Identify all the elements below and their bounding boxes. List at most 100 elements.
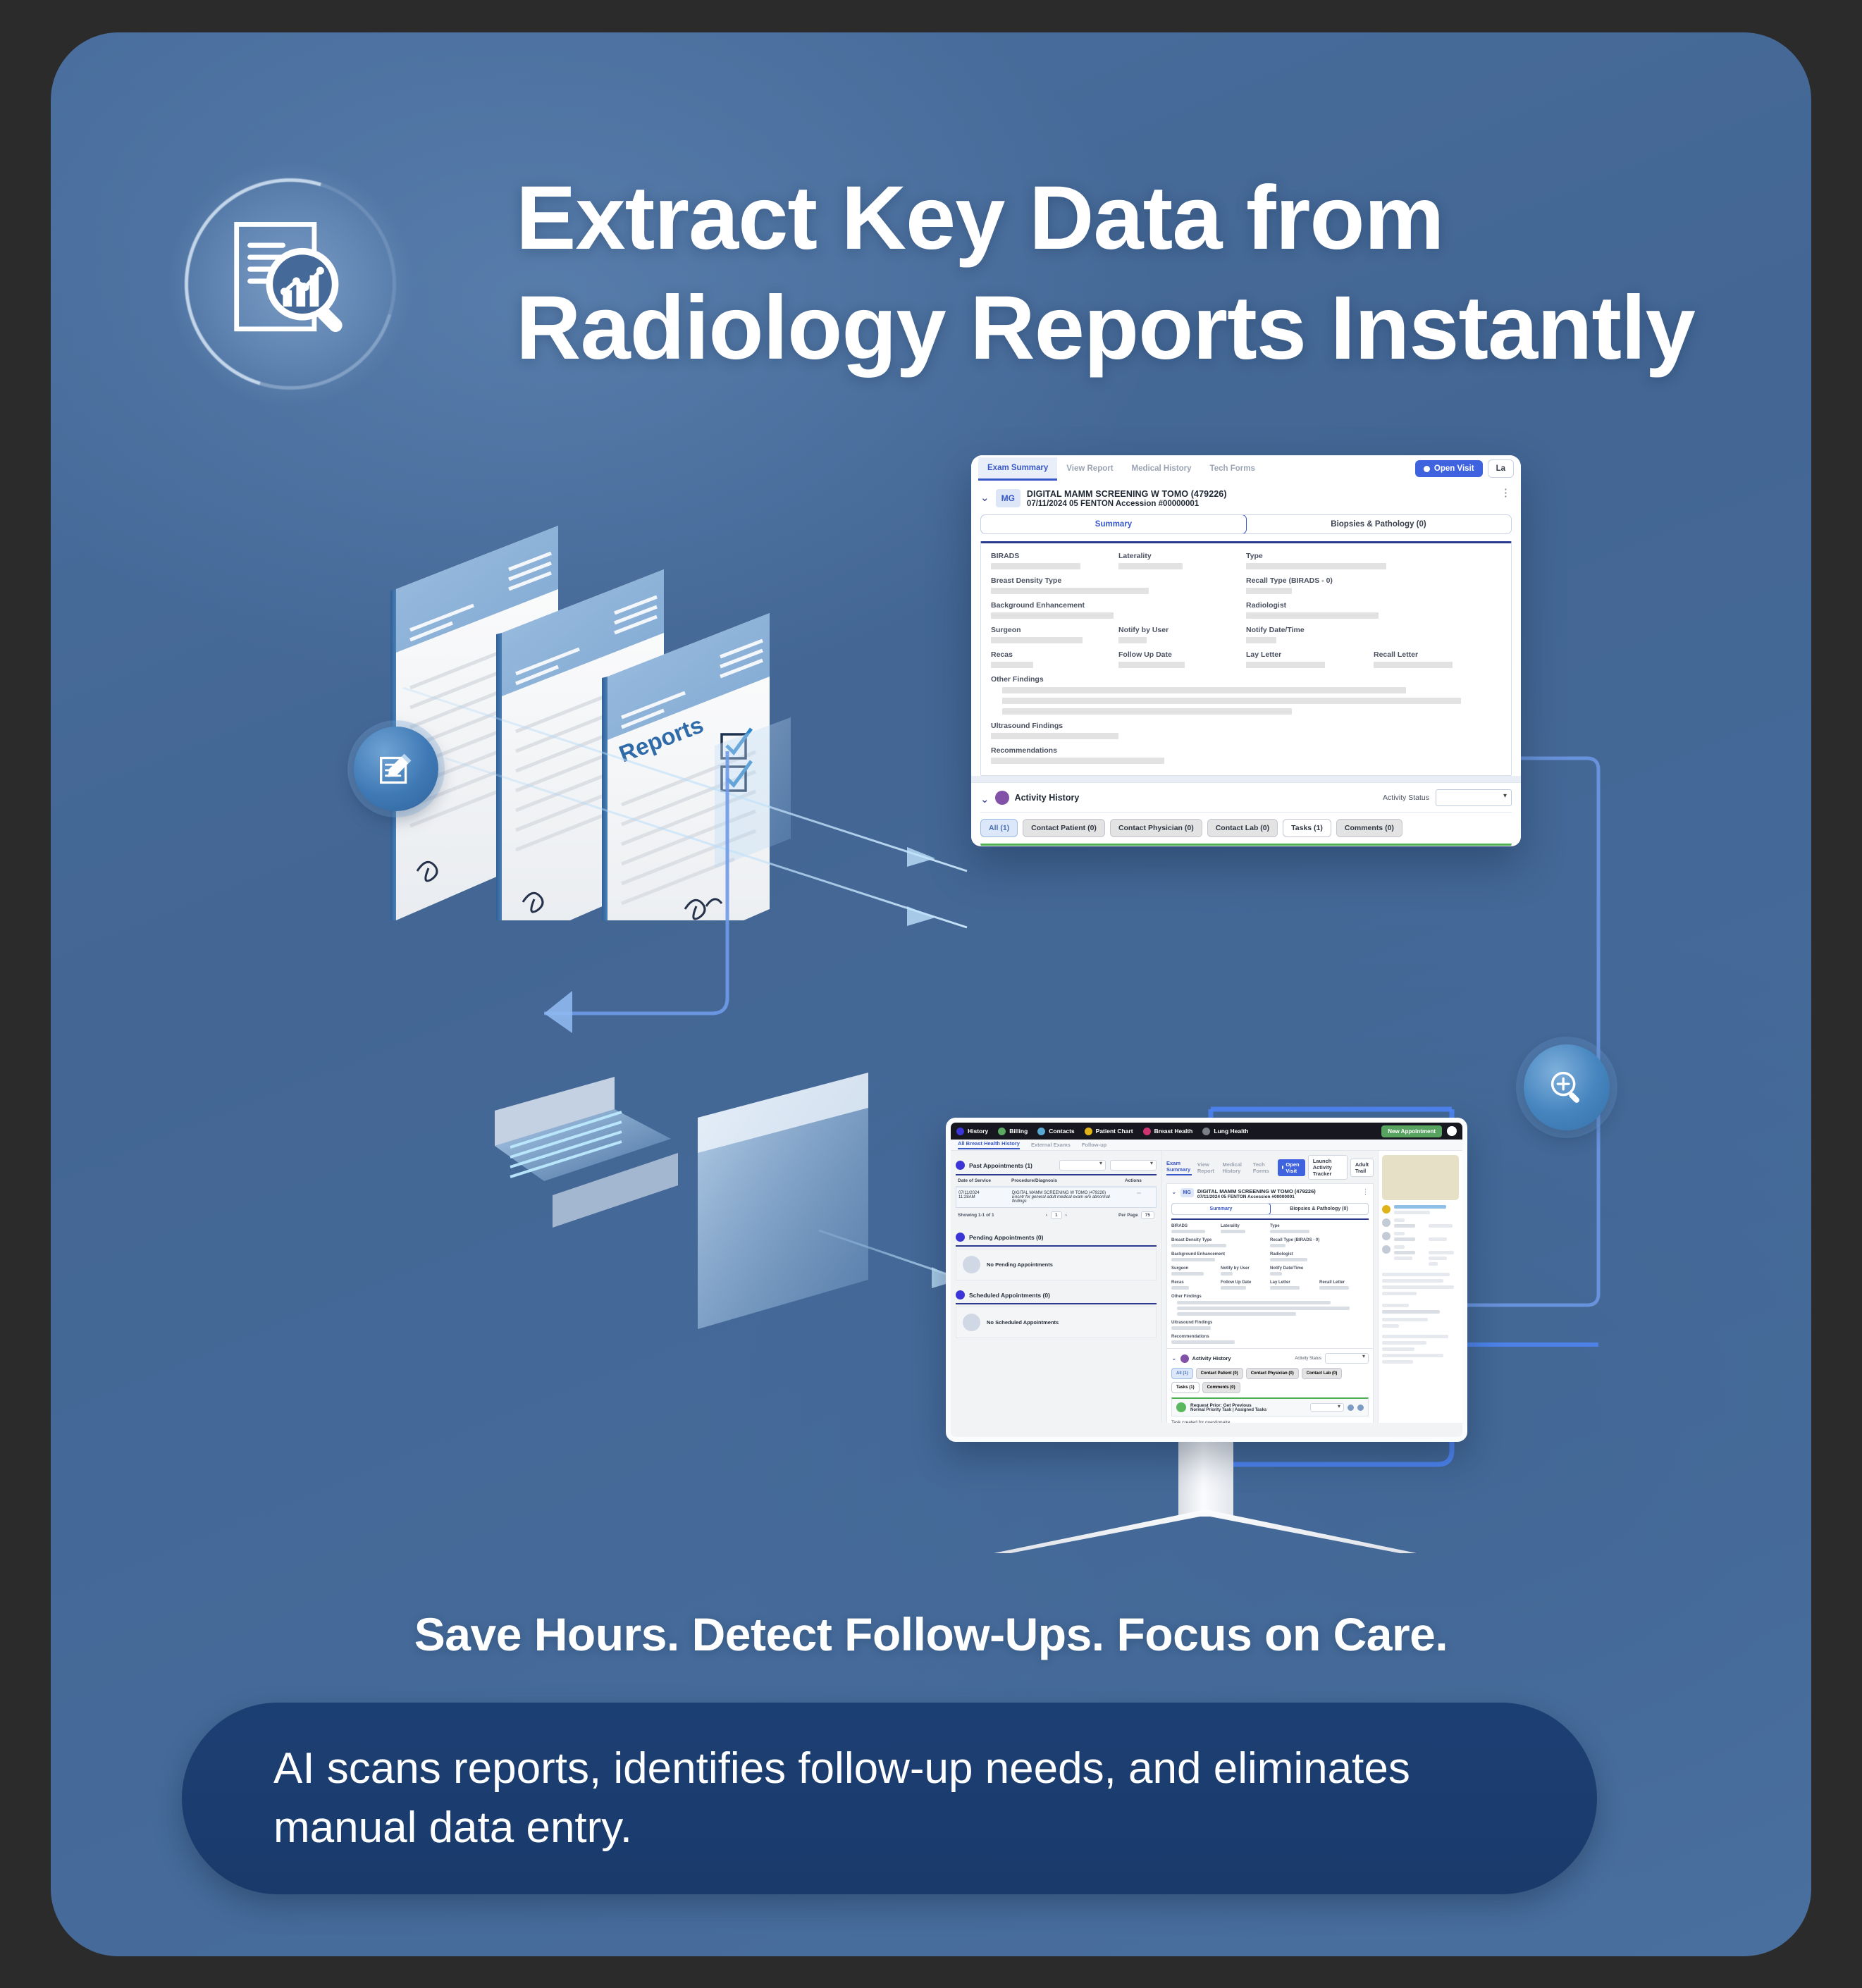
segment-summary[interactable]: Summary bbox=[981, 515, 1247, 533]
col-date-of-service[interactable]: Date of Service bbox=[958, 1178, 1011, 1183]
field-value-placeholder bbox=[1246, 637, 1277, 643]
task-meta: Normal Priority Task | Assigned Tasks bbox=[1190, 1407, 1267, 1412]
chevron-down-icon[interactable]: ⌄ bbox=[1171, 1188, 1177, 1196]
location-filter-select[interactable] bbox=[1059, 1160, 1106, 1171]
nav-lung-health[interactable]: Lung Health bbox=[1202, 1127, 1248, 1135]
field-label: Type bbox=[1246, 552, 1263, 560]
task-action-icon[interactable] bbox=[1348, 1404, 1354, 1411]
table-row[interactable]: 07/11/2024 11:28AM DIGITAL MAMM SCREENIN… bbox=[956, 1187, 1157, 1208]
field-label: Recas bbox=[1171, 1280, 1184, 1285]
segment-biopsies-pathology[interactable]: Biopsies & Pathology (0) bbox=[1246, 515, 1511, 533]
mini-tab-view-report[interactable]: View Report bbox=[1197, 1161, 1217, 1174]
chip-contact-physician[interactable]: Contact Physician (0) bbox=[1245, 1368, 1299, 1379]
field-value-placeholder bbox=[1171, 1286, 1190, 1290]
chevron-down-icon[interactable]: ⌄ bbox=[980, 493, 989, 503]
chip-contact-physician[interactable]: Contact Physician (0) bbox=[1109, 819, 1202, 837]
tab-medical-history[interactable]: Medical History bbox=[1123, 458, 1201, 479]
mini-open-visit-button[interactable]: Open Visit bbox=[1277, 1159, 1305, 1176]
desktop-monitor: History Billing Contacts Patient Chart B… bbox=[946, 1118, 1467, 1553]
per-page-select[interactable]: 75 bbox=[1140, 1211, 1154, 1219]
mini-tab-tech-forms[interactable]: Tech Forms bbox=[1253, 1161, 1272, 1174]
field-label: Ultrasound Findings bbox=[991, 722, 1063, 730]
tab-exam-summary[interactable]: Exam Summary bbox=[978, 457, 1058, 481]
field-label: Lay Letter bbox=[1270, 1280, 1290, 1285]
launch-activity-tracker-button[interactable]: La bbox=[1487, 459, 1514, 478]
modality-badge: MG bbox=[995, 489, 1021, 507]
activity-status-select[interactable] bbox=[1325, 1353, 1369, 1364]
task-action-icon[interactable] bbox=[1357, 1404, 1364, 1411]
mini-tab-medical-history[interactable]: Medical History bbox=[1222, 1161, 1247, 1174]
chip-contact-patient[interactable]: Contact Patient (0) bbox=[1195, 1368, 1243, 1379]
monitor-neck bbox=[1178, 1440, 1233, 1517]
chip-contact-lab[interactable]: Contact Lab (0) bbox=[1207, 819, 1278, 837]
nav-breast-health[interactable]: Breast Health bbox=[1142, 1127, 1192, 1135]
chip-tasks[interactable]: Tasks (1) bbox=[1283, 819, 1331, 837]
subtab-all-breast-health-history[interactable]: All Breast Health History bbox=[958, 1140, 1020, 1149]
field-value-placeholder bbox=[991, 637, 1083, 643]
avatar[interactable] bbox=[1447, 1126, 1457, 1136]
field-lay-letter: Lay Letter bbox=[1270, 1280, 1319, 1290]
chip-contact-patient[interactable]: Contact Patient (0) bbox=[1023, 819, 1105, 837]
open-visit-button[interactable]: Open Visit bbox=[1414, 460, 1483, 477]
prev-page-icon[interactable]: ‹ bbox=[1046, 1213, 1047, 1218]
chevron-down-icon[interactable]: ⌄ bbox=[980, 794, 989, 805]
activity-task-row[interactable]: Request Prior: Get Previous Normal Prior… bbox=[980, 844, 1512, 846]
field-background-enhancement: Background Enhancement bbox=[1171, 1252, 1270, 1261]
nav-patient-chart[interactable]: Patient Chart bbox=[1084, 1127, 1133, 1135]
monitor-activity-history: ⌄ Activity History Activity Status All (… bbox=[1166, 1349, 1374, 1423]
status-dot-icon bbox=[1281, 1166, 1284, 1169]
field-label: Notify Date/Time bbox=[1246, 626, 1305, 634]
fields-row-5: Recas Follow Up Date Lay Letter Recall L… bbox=[991, 650, 1501, 668]
chip-tasks[interactable]: Tasks (1) bbox=[1171, 1382, 1200, 1393]
col-procedure-diagnosis[interactable]: Procedure/Diagnosis bbox=[1011, 1178, 1125, 1183]
chip-comments[interactable]: Comments (0) bbox=[1336, 819, 1402, 837]
nav-billing[interactable]: Billing bbox=[998, 1127, 1028, 1135]
launch-activity-tracker-button[interactable]: Launch Activity Tracker bbox=[1307, 1155, 1348, 1180]
modality-filter-select[interactable] bbox=[1110, 1160, 1157, 1171]
field-label: Notify by User bbox=[1221, 1266, 1250, 1271]
subtab-external-exams[interactable]: External Exams bbox=[1031, 1142, 1071, 1148]
chip-all[interactable]: All (1) bbox=[1171, 1368, 1193, 1379]
activity-status-select[interactable] bbox=[1436, 789, 1512, 806]
pending-empty-text: No Pending Appointments bbox=[987, 1261, 1053, 1268]
nav-label: Billing bbox=[1009, 1128, 1028, 1135]
segment-summary[interactable]: Summary bbox=[1172, 1204, 1271, 1214]
tab-tech-forms[interactable]: Tech Forms bbox=[1201, 458, 1264, 479]
edit-report-badge bbox=[354, 727, 438, 811]
row-action-button[interactable]: ⋯ bbox=[1124, 1191, 1154, 1204]
activity-marker-icon bbox=[1180, 1354, 1189, 1363]
chip-contact-lab[interactable]: Contact Lab (0) bbox=[1301, 1368, 1343, 1379]
chip-all[interactable]: All (1) bbox=[980, 819, 1018, 837]
field-other-findings: Other Findings bbox=[1171, 1295, 1369, 1316]
more-options-icon[interactable]: ⋮ bbox=[1362, 1188, 1369, 1196]
patient-image-thumbnail[interactable] bbox=[1382, 1155, 1459, 1200]
field-laterality: Laterality bbox=[1118, 552, 1246, 569]
nav-history[interactable]: History bbox=[956, 1127, 988, 1135]
field-label: Other Findings bbox=[991, 675, 1044, 684]
field-notify-by-user: Notify by User bbox=[1118, 626, 1246, 643]
page-number[interactable]: 1 bbox=[1050, 1211, 1062, 1219]
activity-task-row[interactable]: Request Prior: Get Previous Normal Prior… bbox=[1171, 1397, 1369, 1416]
chip-comments[interactable]: Comments (0) bbox=[1202, 1382, 1240, 1393]
next-page-icon[interactable]: › bbox=[1066, 1213, 1067, 1218]
zoom-in-badge[interactable] bbox=[1524, 1044, 1610, 1130]
field-label: Laterality bbox=[1221, 1224, 1240, 1228]
field-label: Recommendations bbox=[991, 746, 1057, 755]
chevron-down-icon[interactable]: ⌄ bbox=[1171, 1354, 1177, 1362]
more-options-icon[interactable]: ⋮ bbox=[1500, 488, 1512, 498]
monitor-top-actions: New Appointment bbox=[1381, 1125, 1457, 1137]
task-status-select[interactable] bbox=[1310, 1403, 1344, 1412]
field-surgeon: Surgeon bbox=[991, 626, 1118, 643]
new-appointment-button[interactable]: New Appointment bbox=[1381, 1125, 1442, 1137]
nav-contacts[interactable]: Contacts bbox=[1037, 1127, 1075, 1135]
mini-tab-exam-summary[interactable]: Exam Summary bbox=[1166, 1160, 1192, 1175]
field-birads: BIRADS bbox=[1171, 1224, 1221, 1233]
field-label: Breast Density Type bbox=[991, 576, 1062, 585]
tab-view-report[interactable]: View Report bbox=[1057, 458, 1122, 479]
exam-header: ⌄ MG DIGITAL MAMM SCREENING W TOMO (4792… bbox=[980, 488, 1512, 508]
subtab-follow-up[interactable]: Follow-up bbox=[1082, 1142, 1106, 1148]
field-ultrasound-findings: Ultrasound Findings bbox=[1171, 1321, 1369, 1330]
segment-biopsies-pathology[interactable]: Biopsies & Pathology (0) bbox=[1270, 1204, 1368, 1214]
adult-trail-button[interactable]: Adult Trail bbox=[1350, 1158, 1374, 1177]
exam-fields-panel: BIRADS Laterality Type Breast Density Ty… bbox=[980, 541, 1512, 776]
